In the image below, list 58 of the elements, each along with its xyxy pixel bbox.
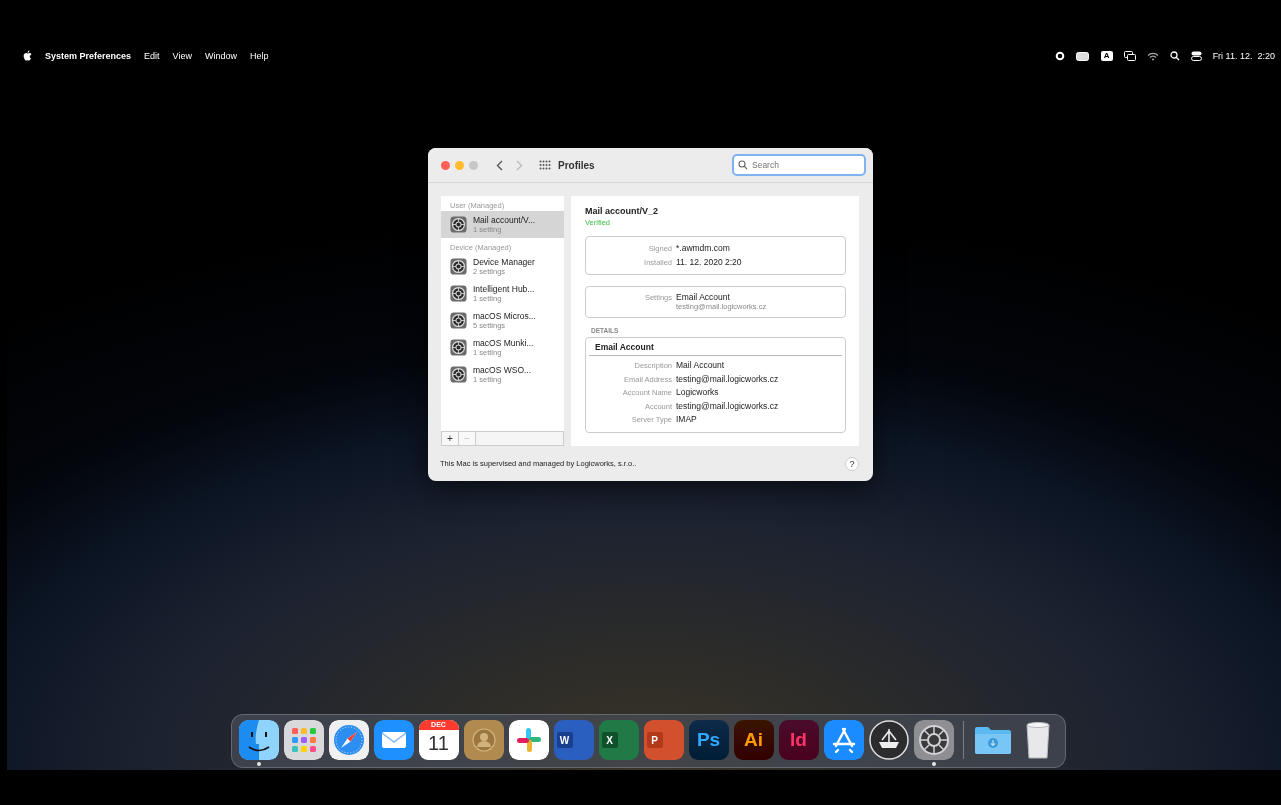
battery-icon[interactable] [1075,51,1090,61]
profile-name: Mail account/V... [473,215,536,225]
pinwheel-icon[interactable] [508,720,549,760]
indesign-icon[interactable]: Id [778,720,819,760]
field-value: Email Account [676,292,731,302]
menu-bar-item[interactable]: Edit [144,51,160,61]
apple-logo-icon[interactable] [23,49,32,61]
app-grid-icon[interactable] [283,720,324,760]
close-button[interactable] [441,160,450,170]
menu-bar-item[interactable]: Help [249,51,269,61]
boat-icon[interactable] [868,720,909,760]
profile-name: macOS Micros... [473,311,536,321]
presentation-icon[interactable]: P [643,720,684,760]
gear-icon [450,312,467,329]
field-value: testing@mail.logicworks.cz [676,372,779,385]
profile-name: Device Manager [473,257,535,267]
photoshop-icon[interactable]: Ps [688,720,729,760]
gear-icon[interactable] [913,720,954,760]
field-value: Mail Account [676,359,725,372]
field-value: 11. 12. 2020 2:20 [676,255,742,268]
word-document-icon[interactable]: W [553,720,594,760]
input-source-indicator[interactable]: A [1100,51,1113,61]
wifi-icon[interactable] [1146,51,1159,61]
gear-icon [450,339,467,356]
field-value: *.awmdm.com [676,242,730,255]
spreadsheet-icon[interactable]: X [598,720,639,760]
gear-icon [450,285,467,302]
gear-icon [450,216,467,233]
details-title: Email Account [589,340,842,356]
menu-bar-clock[interactable]: Fri 11. 12. 2:20 [1212,51,1275,61]
search-icon[interactable] [1169,51,1180,61]
circle-status-icon[interactable] [1054,51,1065,61]
help-button[interactable]: ? [845,456,859,471]
menu-bar-item[interactable]: Window [204,51,237,61]
field-value: IMAP [676,413,697,426]
gear-icon [450,366,467,383]
menu-bar-app-name[interactable]: System Preferences [45,51,132,61]
profile-name: macOS Munki... [473,338,534,348]
smiling-face-icon[interactable] [238,720,279,760]
field-value: Logicworks [676,386,719,399]
gear-icon [450,258,467,275]
envelope-icon[interactable] [373,720,414,760]
profile-title: Mail account/V_2 [585,206,660,216]
compass-icon[interactable] [328,720,369,760]
field-value: testing@mail.logicworks.cz [676,399,779,412]
profile-name: Intelligent Hub... [473,284,535,294]
search-field[interactable]: Search [732,154,866,176]
contacts-book-icon[interactable] [463,720,504,760]
window-title: Profiles [558,159,595,171]
illustrator-icon[interactable]: Ai [733,720,774,760]
app-store-icon[interactable] [823,720,864,760]
search-icon [738,160,748,170]
show-all-grid-icon[interactable] [539,160,551,170]
profile-name: macOS WSO... [473,365,532,375]
back-chevron-icon[interactable] [496,159,503,171]
windows-icon[interactable] [1123,51,1136,61]
menu-bar-item[interactable]: View [172,51,192,61]
toggles-icon[interactable] [1190,51,1202,61]
